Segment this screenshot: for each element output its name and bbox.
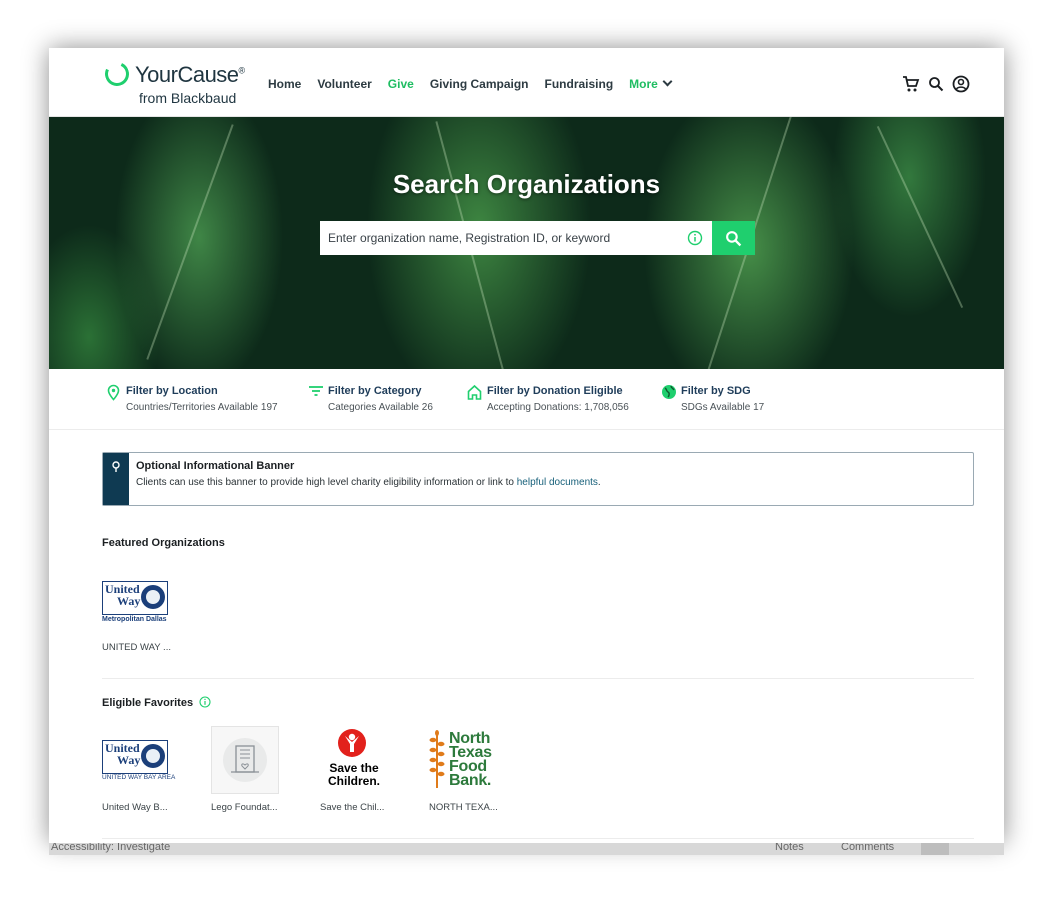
filter-donation-title: Filter by Donation Eligible — [487, 385, 623, 397]
filter-sdg-title: Filter by SDG — [681, 385, 751, 397]
info-icon[interactable] — [687, 230, 703, 246]
favorites-title: Eligible Favorites — [102, 696, 211, 709]
normal-view-button[interactable] — [921, 843, 949, 855]
nav-volunteer[interactable]: Volunteer — [317, 77, 371, 91]
united-way-bay-area-logo: United Way UNITED WAY BAY AREA — [102, 726, 175, 794]
logo-text-line2: Way — [117, 753, 141, 767]
org-name[interactable]: Lego Foundat... — [211, 802, 278, 813]
helpful-documents-link[interactable]: helpful documents — [517, 477, 598, 488]
banner-body-end: . — [597, 477, 601, 488]
header-icons — [902, 75, 970, 93]
informational-banner: Optional Informational Banner Clients ca… — [102, 452, 974, 506]
notes-button[interactable]: Notes — [775, 843, 804, 853]
search-box[interactable]: Enter organization name, Registration ID… — [320, 221, 712, 255]
featured-title: Featured Organizations — [102, 537, 225, 549]
building-heart-icon — [231, 745, 259, 773]
filter-location-title: Filter by Location — [126, 385, 218, 397]
section-divider — [102, 678, 974, 679]
site-header: YourCause® from Blackbaud Home Volunteer… — [49, 48, 1004, 117]
account-icon[interactable] — [952, 75, 970, 93]
filter-category-sub: Categories Available 26 — [328, 402, 433, 413]
banner-body-text: Clients can use this banner to provide h… — [136, 477, 517, 488]
logo-text: Save the Children. — [327, 761, 380, 788]
cart-icon[interactable] — [902, 75, 920, 93]
filter-donation-sub: Accepting Donations: 1,708,056 — [487, 402, 629, 413]
nav-give[interactable]: Give — [388, 77, 414, 91]
search-icon — [726, 231, 742, 247]
banner-accent-bar — [103, 453, 129, 505]
logo-caption: Metropolitan Dallas — [102, 616, 167, 623]
united-way-emblem-icon — [141, 744, 165, 768]
search-input[interactable]: Enter organization name, Registration ID… — [328, 221, 678, 255]
search-button[interactable] — [712, 221, 755, 255]
org-name[interactable]: UNITED WAY ... — [102, 642, 171, 653]
info-icon[interactable] — [199, 696, 211, 708]
brand-name: YourCause — [135, 62, 239, 87]
logo-ring-icon — [101, 58, 133, 90]
filter-sdg-sub: SDGs Available 17 — [681, 402, 765, 413]
nav-fundraising[interactable]: Fundraising — [545, 77, 614, 91]
location-pin-icon — [107, 384, 120, 401]
chevron-down-icon — [662, 76, 673, 87]
app-statusbar: Accessibility: Investigate Notes Comment… — [49, 843, 1004, 855]
page-title: Search Organizations — [392, 169, 661, 199]
section-divider — [102, 838, 974, 839]
nav-home[interactable]: Home — [268, 77, 301, 91]
united-way-mark: United Way — [102, 740, 168, 774]
leaf-vein — [146, 124, 234, 360]
org-name[interactable]: United Way B... — [102, 802, 168, 813]
wheat-icon — [429, 730, 445, 788]
main-nav: Home Volunteer Give Giving Campaign Fund… — [268, 76, 673, 91]
leaf-vein — [876, 125, 964, 309]
logo-caption: UNITED WAY BAY AREA — [102, 774, 176, 781]
browser-page: YourCause® from Blackbaud Home Volunteer… — [49, 48, 1004, 843]
search-icon[interactable] — [928, 76, 944, 92]
home-icon — [467, 384, 482, 400]
filter-location-sub: Countries/Territories Available 197 — [126, 402, 278, 413]
united-way-logo: United Way Metropolitan Dallas — [102, 572, 170, 640]
logo-text: North Texas Food Bank. — [449, 730, 492, 789]
save-the-children-logo: Save the Children. — [320, 726, 388, 794]
org-name[interactable]: Save the Chil... — [320, 802, 384, 813]
lego-foundation-logo — [211, 726, 279, 794]
filter-lines-icon — [309, 386, 323, 396]
filter-category-title: Filter by Category — [328, 385, 422, 397]
nav-more[interactable]: More — [629, 76, 673, 91]
hero-banner: Search Organizations Enter organization … — [49, 117, 1004, 369]
united-way-emblem-icon — [141, 585, 165, 609]
nav-giving-campaign[interactable]: Giving Campaign — [430, 77, 529, 91]
org-name[interactable]: NORTH TEXA... — [429, 802, 498, 813]
filter-bar: Filter by Location Countries/Territories… — [49, 369, 1004, 430]
banner-body: Clients can use this banner to provide h… — [136, 477, 601, 488]
brand-subtitle: from Blackbaud — [139, 90, 237, 106]
accessibility-status[interactable]: Accessibility: Investigate — [51, 843, 170, 853]
grid-view-button[interactable] — [955, 843, 973, 855]
nav-more-label: More — [629, 77, 658, 91]
united-way-mark: United Way — [102, 581, 168, 615]
banner-title: Optional Informational Banner — [136, 460, 295, 472]
globe-icon — [662, 385, 676, 399]
pin-icon — [112, 461, 120, 472]
child-figure-icon — [338, 729, 366, 757]
north-texas-food-bank-logo: North Texas Food Bank. — [429, 726, 497, 794]
comments-button[interactable]: Comments — [841, 843, 894, 853]
favorites-title-text: Eligible Favorites — [102, 697, 194, 709]
logo-text-line2: Way — [117, 594, 141, 608]
